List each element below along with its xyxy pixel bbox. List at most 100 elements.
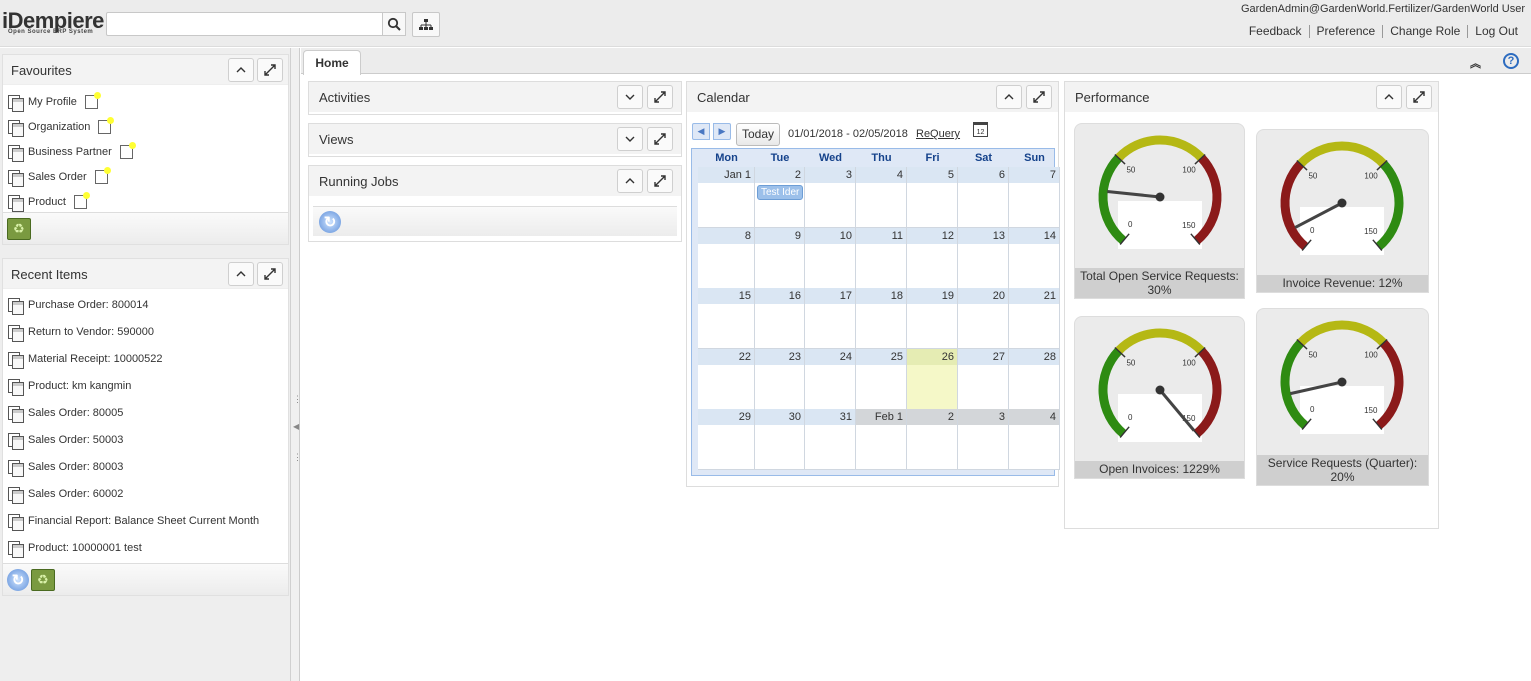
favourite-item-product[interactable]: Product: [3, 189, 288, 214]
calendar-day-cell[interactable]: 30: [755, 409, 805, 470]
calendar-icon[interactable]: 12: [973, 122, 988, 137]
calendar-day-cell[interactable]: 6: [958, 167, 1009, 228]
window-icon: [7, 459, 24, 477]
recent-item[interactable]: Financial Report: Balance Sheet Current …: [3, 507, 288, 534]
calendar-day-cell[interactable]: 5: [907, 167, 958, 228]
calendar-day-cell[interactable]: 10: [805, 227, 856, 289]
recent-item[interactable]: Sales Order: 80005: [3, 399, 288, 426]
calendar-day-cell[interactable]: 17: [805, 288, 856, 349]
refresh-icon[interactable]: ↻: [7, 568, 29, 591]
favourite-item-business-partner[interactable]: Business Partner: [3, 139, 288, 164]
calendar-day-cell[interactable]: 31: [805, 409, 856, 470]
recent-item[interactable]: Purchase Order: 800014: [3, 291, 288, 318]
collapse-button[interactable]: [228, 262, 254, 286]
calendar-day-cell[interactable]: 12: [907, 227, 958, 289]
gauge-card[interactable]: 0 50 100 150 Invoice Revenue: 12%: [1256, 129, 1429, 293]
west-panel: Favourites My Profile Organization Busin…: [0, 48, 291, 681]
expand-button[interactable]: [617, 85, 643, 109]
recent-item[interactable]: Product: km kangmin: [3, 372, 288, 399]
day-number: 3: [805, 167, 855, 183]
prev-period-button[interactable]: ◀: [692, 123, 710, 140]
gauge-card[interactable]: 0 50 100 150 Open Invoices: 1229%: [1074, 316, 1245, 479]
gauge-dial: 0 50 100 150: [1280, 320, 1404, 434]
maximize-button[interactable]: [1406, 85, 1432, 109]
calendar-day-cell[interactable]: 11: [856, 227, 907, 289]
tab-home[interactable]: Home: [303, 50, 361, 75]
refresh-icon[interactable]: ↻: [319, 211, 341, 233]
favourite-item-my-profile[interactable]: My Profile: [3, 89, 288, 114]
gauge-card[interactable]: 0 50 100 150 Total Open Service Requests: 30…: [1074, 123, 1245, 299]
calendar-day-cell[interactable]: 19: [907, 288, 958, 349]
collapse-button[interactable]: [617, 169, 643, 193]
calendar-day-cell[interactable]: 24: [805, 348, 856, 410]
collapse-button[interactable]: [228, 58, 254, 82]
calendar-day-cell[interactable]: 8: [698, 227, 755, 289]
maximize-button[interactable]: [647, 169, 673, 193]
global-search-input[interactable]: [106, 12, 383, 36]
trash-icon[interactable]: [7, 217, 31, 240]
calendar-day-cell[interactable]: 2 Test Ider: [755, 167, 805, 228]
app-logo[interactable]: iDempiere Open Source ERP System: [2, 8, 104, 36]
menu-tree-button[interactable]: [412, 12, 440, 37]
recent-item[interactable]: Material Receipt: 10000522: [3, 345, 288, 372]
calendar-day-cell[interactable]: 13: [958, 227, 1009, 289]
calendar-day-cell[interactable]: 4: [1009, 409, 1060, 470]
calendar-day-cell[interactable]: 22: [698, 348, 755, 410]
favourite-item-organization[interactable]: Organization: [3, 114, 288, 139]
change-role-link[interactable]: Change Role: [1382, 25, 1467, 38]
calendar-day-cell[interactable]: 9: [755, 227, 805, 289]
calendar-day-cell[interactable]: Feb 1: [856, 409, 907, 470]
recent-item[interactable]: Return to Vendor: 590000: [3, 318, 288, 345]
calendar-day-cell[interactable]: 27: [958, 348, 1009, 410]
preference-link[interactable]: Preference: [1308, 25, 1383, 38]
calendar-day-cell[interactable]: 15: [698, 288, 755, 349]
expand-button[interactable]: [617, 127, 643, 151]
calendar-day-cell[interactable]: 7: [1009, 167, 1060, 228]
maximize-button[interactable]: [1026, 85, 1052, 109]
maximize-button[interactable]: [257, 262, 283, 286]
calendar-day-cell[interactable]: 26: [907, 348, 958, 410]
trash-icon[interactable]: [31, 568, 55, 591]
calendar-day-cell[interactable]: 21: [1009, 288, 1060, 349]
today-button[interactable]: Today: [736, 123, 780, 146]
next-period-button[interactable]: ▶: [713, 123, 731, 140]
favourite-item-sales-order[interactable]: Sales Order: [3, 164, 288, 189]
recent-item[interactable]: Sales Order: 60002: [3, 480, 288, 507]
west-splitter[interactable]: ⋮ ◀ ⋮: [291, 48, 302, 681]
collapse-button[interactable]: [1376, 85, 1402, 109]
feedback-link[interactable]: Feedback: [1242, 25, 1309, 38]
calendar-day-cell[interactable]: 3: [805, 167, 856, 228]
calendar-day-cell[interactable]: 25: [856, 348, 907, 410]
calendar-day-cell[interactable]: 4: [856, 167, 907, 228]
recent-item[interactable]: Sales Order: 50003: [3, 426, 288, 453]
calendar-day-cell[interactable]: 3: [958, 409, 1009, 470]
gauge-card[interactable]: 0 50 100 150 Service Requests (Quarter): 20%: [1256, 308, 1429, 486]
calendar-day-cell[interactable]: 18: [856, 288, 907, 349]
maximize-button[interactable]: [647, 127, 673, 151]
maximize-button[interactable]: [257, 58, 283, 82]
gauge-tick-label: 0: [1310, 226, 1315, 235]
logout-link[interactable]: Log Out: [1467, 25, 1525, 38]
calendar-day-cell[interactable]: 16: [755, 288, 805, 349]
maximize-button[interactable]: [647, 85, 673, 109]
calendar-event[interactable]: Test Ider: [757, 185, 803, 200]
collapse-west-icon[interactable]: ◀: [293, 422, 299, 431]
help-icon[interactable]: ?: [1503, 53, 1519, 69]
calendar-day-cell[interactable]: 2: [907, 409, 958, 470]
calendar-day-cell[interactable]: 29: [698, 409, 755, 470]
chevron-up-icon: [236, 67, 246, 73]
recent-item[interactable]: Sales Order: 80003: [3, 453, 288, 480]
double-chevron-up-icon[interactable]: ︽: [1470, 55, 1481, 71]
calendar-day-cell[interactable]: Jan 1: [698, 167, 755, 228]
activities-header: Activities: [309, 82, 681, 112]
search-button[interactable]: [382, 12, 406, 36]
recent-item[interactable]: Product: 10000001 test: [3, 534, 288, 561]
gauge-hub: [1155, 192, 1165, 202]
requery-link[interactable]: ReQuery: [916, 128, 960, 140]
collapse-button[interactable]: [996, 85, 1022, 109]
calendar-day-cell[interactable]: 20: [958, 288, 1009, 349]
calendar-day-cell[interactable]: 28: [1009, 348, 1060, 410]
window-icon: [7, 351, 24, 369]
calendar-day-cell[interactable]: 23: [755, 348, 805, 410]
calendar-day-cell[interactable]: 14: [1009, 227, 1060, 289]
